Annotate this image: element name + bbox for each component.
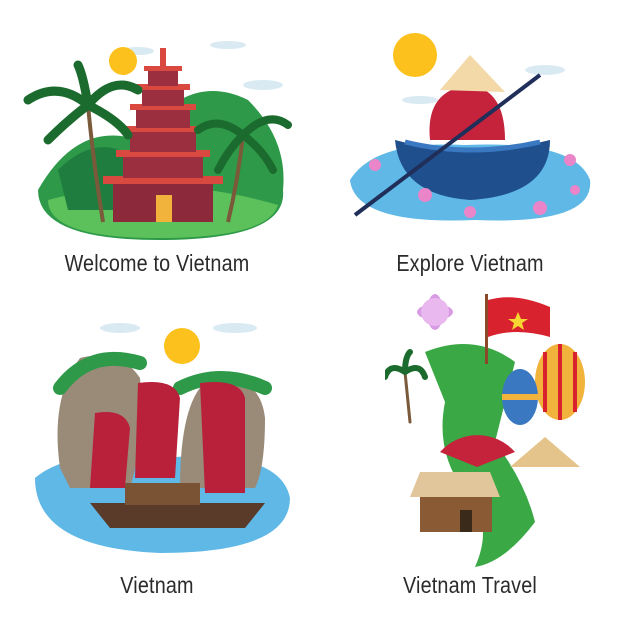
boat-rower-illustration <box>350 33 591 221</box>
pagoda-illustration <box>23 41 292 240</box>
lotus-flower-icon <box>417 294 453 330</box>
travel-collage-illustration <box>385 294 585 567</box>
panel-caption-travel: Vietnam Travel <box>403 572 537 598</box>
conical-hat-icon <box>510 437 580 467</box>
sun-icon <box>393 33 437 77</box>
house-icon <box>410 472 500 532</box>
junk-boat-illustration <box>35 323 290 553</box>
conical-hat-icon <box>440 55 505 92</box>
sun-icon <box>109 47 137 75</box>
palm-tree-icon <box>385 349 428 424</box>
panel-caption-vietnam: Vietnam <box>120 572 194 598</box>
panel-caption-welcome: Welcome to Vietnam <box>64 250 250 276</box>
panel-caption-explore: Explore Vietnam <box>396 250 544 276</box>
sun-icon <box>164 328 200 364</box>
lantern-icon <box>502 344 585 425</box>
